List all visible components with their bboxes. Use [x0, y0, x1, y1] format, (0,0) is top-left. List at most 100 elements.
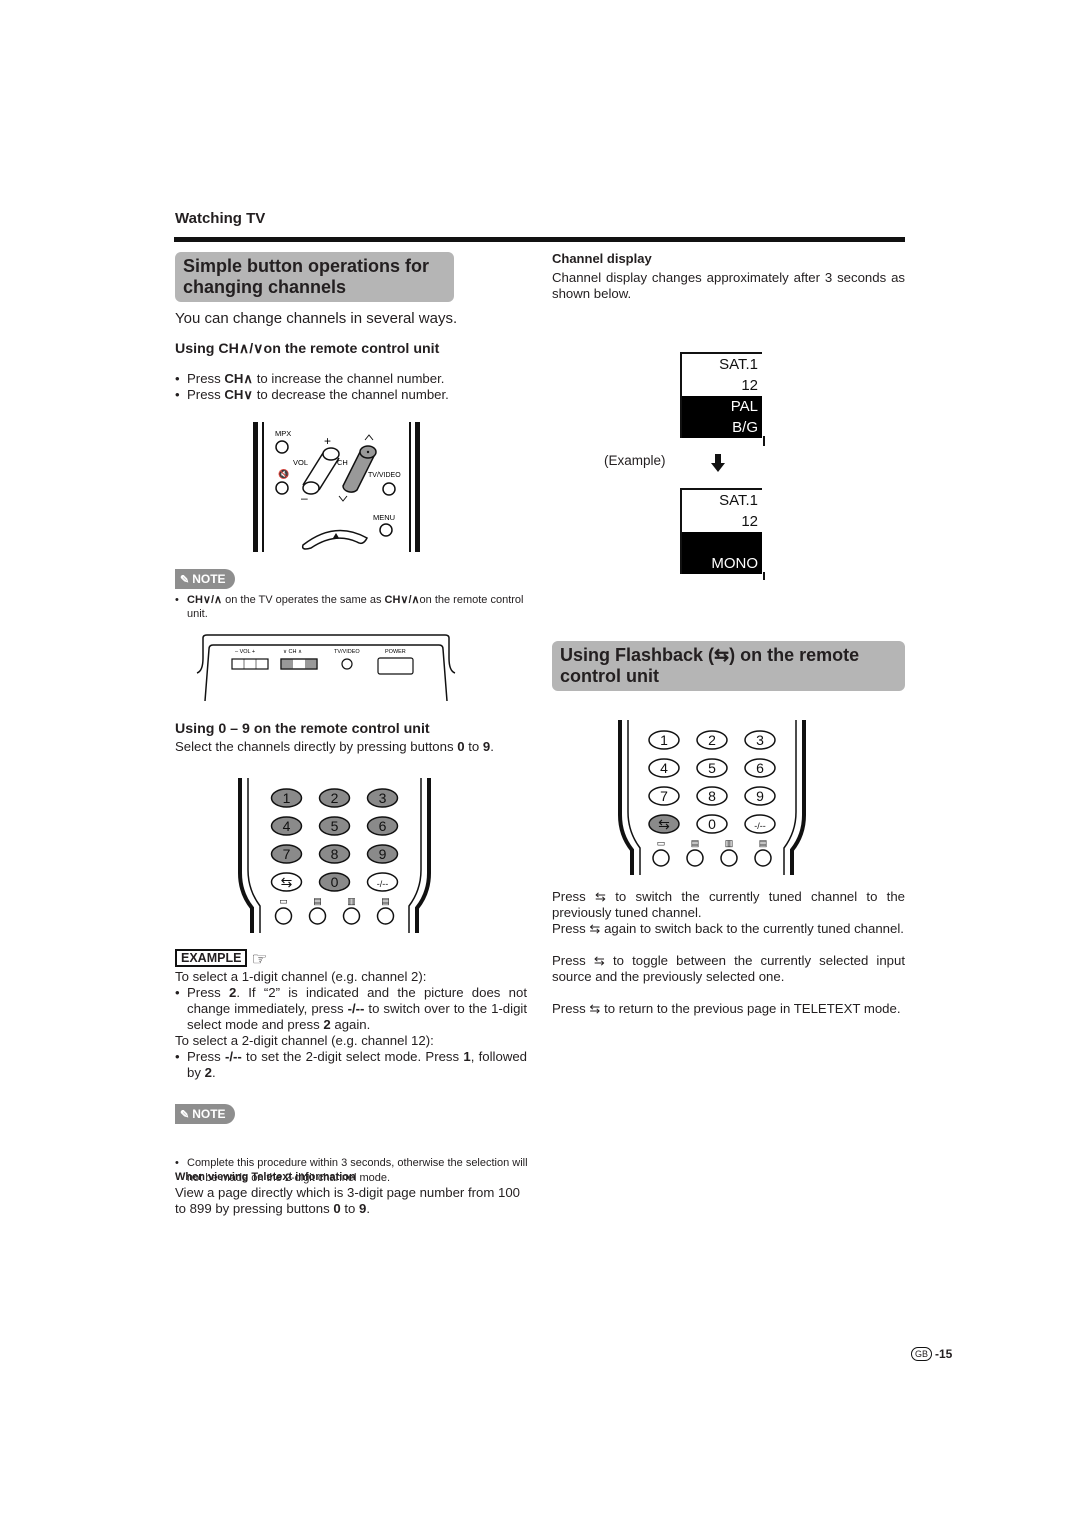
- key-1[interactable]: 1: [270, 788, 303, 808]
- tv-ch-label: ∨ CH ∧: [283, 649, 302, 655]
- remote-keypad-left: 1 2 3 4 5 6 7 8 9 ⇆ 0 -/-- ▭ ▤ ▥ ▤: [238, 778, 431, 933]
- flashback-p2: Press ⇆ again to switch back to the curr…: [552, 921, 904, 936]
- remote-casing: [790, 720, 806, 875]
- ch-rocker[interactable]: [342, 445, 377, 493]
- reveal-button[interactable]: [308, 907, 327, 925]
- svg-text:0: 0: [708, 816, 716, 832]
- svg-text:4: 4: [660, 760, 668, 776]
- tv-vol-button[interactable]: [231, 658, 269, 670]
- osd-sound-system: B/G: [682, 417, 762, 438]
- remote-casing: [415, 778, 431, 933]
- key-3[interactable]: 3: [744, 730, 776, 750]
- osd-channel-name: SAT.1: [682, 490, 762, 511]
- remote-casing: [238, 778, 254, 933]
- key-6[interactable]: 6: [366, 816, 399, 836]
- osd-color-system: PAL: [682, 396, 762, 417]
- key-8[interactable]: 8: [318, 844, 351, 864]
- mute-icon: 🔇: [278, 468, 289, 479]
- key-9[interactable]: 9: [366, 844, 399, 864]
- key-0[interactable]: 0: [318, 872, 351, 892]
- key-digit-mode[interactable]: -/--: [366, 872, 399, 892]
- osd-channel-number: 12: [682, 375, 762, 396]
- key-0[interactable]: 0: [696, 814, 728, 834]
- vol-rocker[interactable]: [302, 447, 340, 495]
- channel-display-text: Channel display changes approximately af…: [552, 270, 905, 301]
- subtitle-button[interactable]: [652, 849, 670, 867]
- osd-channel-name: SAT.1: [682, 354, 762, 375]
- bullet-decrease: Press CH∨ to decrease the channel number…: [175, 387, 535, 403]
- example-label: (Example): [604, 453, 666, 468]
- arrow-down-icon: [711, 454, 725, 472]
- mpx-button[interactable]: [275, 440, 289, 454]
- flashback-p3: Press ⇆ to toggle between the currently …: [552, 953, 905, 984]
- remote-top-illustration: MPX 🔇 VOL + – CH TV/VIDEO MENU: [253, 422, 420, 552]
- subtitle-icon: ▭: [657, 838, 666, 848]
- tv-ch-button[interactable]: [280, 658, 318, 670]
- key-4[interactable]: 4: [648, 758, 680, 778]
- paperclip-icon: ✎: [180, 1108, 190, 1121]
- svg-text:-/--: -/--: [377, 879, 389, 889]
- key-6[interactable]: 6: [744, 758, 776, 778]
- section-rule: [174, 237, 905, 242]
- key-2[interactable]: 2: [696, 730, 728, 750]
- intro-text: You can change channels in several ways.: [175, 310, 458, 327]
- svg-text:8: 8: [331, 846, 339, 862]
- svg-text:+: +: [324, 434, 331, 448]
- tv-vol-label: – VOL +: [235, 649, 255, 655]
- svg-text:3: 3: [756, 732, 764, 748]
- key-3[interactable]: 3: [366, 788, 399, 808]
- page-number: -15: [935, 1347, 953, 1361]
- remote-keypad-right: 1 2 3 4 5 6 7 8 9 ⇆ 0 -/-- ▭ ▤ ▥ ▤: [618, 720, 806, 875]
- subtitle-icon: ▭: [279, 896, 288, 906]
- flashback-icon: ⇆: [593, 953, 605, 968]
- hold-icon: ▥: [725, 838, 734, 848]
- example-header: EXAMPLE ☞: [175, 949, 268, 968]
- key-7[interactable]: 7: [648, 786, 680, 806]
- cursor-up-button[interactable]: [301, 529, 368, 550]
- tv-power-button[interactable]: [377, 657, 414, 675]
- heading-line-1: Using Flashback (⇆) on the remote: [560, 645, 860, 665]
- key-4[interactable]: 4: [270, 816, 303, 836]
- tv-panel-illustration: – VOL + ∨ CH ∧ TV/VIDEO POWER: [196, 634, 456, 702]
- osd-before: SAT.1 12 PAL B/G: [680, 352, 762, 438]
- teletext-button[interactable]: [754, 849, 772, 867]
- osd-blank: [682, 532, 762, 553]
- channel-display-heading: Channel display: [552, 251, 652, 266]
- key-2[interactable]: 2: [318, 788, 351, 808]
- hold-button[interactable]: [720, 849, 738, 867]
- example-text: To select a 1-digit channel (e.g. channe…: [175, 969, 527, 1081]
- teletext-text: View a page directly which is 3-digit pa…: [175, 1185, 521, 1216]
- key-digit-mode[interactable]: -/--: [744, 814, 776, 834]
- key-5[interactable]: 5: [318, 816, 351, 836]
- hold-icon: ▥: [347, 896, 356, 906]
- heading-flashback: Using Flashback (⇆) on the remote contro…: [552, 641, 905, 691]
- tv-tvvideo-button[interactable]: [341, 658, 353, 670]
- teletext-heading: When viewing Teletext information: [175, 1171, 356, 1183]
- menu-button[interactable]: [379, 523, 393, 537]
- key-flashback[interactable]: ⇆: [648, 814, 680, 834]
- tv-video-button[interactable]: [382, 482, 396, 496]
- ch-heading: Using CH∧/∨on the remote control unit: [175, 341, 440, 357]
- digits-heading: Using 0 – 9 on the remote control unit: [175, 721, 430, 737]
- osd-tick: [763, 436, 765, 446]
- flashback-text: Press ⇆ to switch the currently tuned ch…: [552, 889, 905, 1017]
- key-7[interactable]: 7: [270, 844, 303, 864]
- menu-label: MENU: [373, 513, 395, 522]
- subtitle-button[interactable]: [274, 907, 293, 925]
- mute-button[interactable]: [275, 481, 289, 495]
- svg-text:6: 6: [756, 760, 764, 776]
- reveal-icon: ▤: [313, 896, 322, 906]
- note1-text: CH∨/∧ on the TV operates the same as CH∨…: [175, 593, 542, 621]
- key-flashback[interactable]: ⇆: [270, 872, 303, 892]
- hold-button[interactable]: [342, 907, 361, 925]
- teletext-button[interactable]: [376, 907, 395, 925]
- osd-tick: [763, 572, 765, 580]
- reveal-button[interactable]: [686, 849, 704, 867]
- key-9[interactable]: 9: [744, 786, 776, 806]
- key-8[interactable]: 8: [696, 786, 728, 806]
- svg-text:6: 6: [379, 818, 387, 834]
- example-badge: EXAMPLE: [175, 949, 248, 967]
- flashback-p1: Press ⇆ to switch the currently tuned ch…: [552, 889, 906, 920]
- key-5[interactable]: 5: [696, 758, 728, 778]
- key-1[interactable]: 1: [648, 730, 680, 750]
